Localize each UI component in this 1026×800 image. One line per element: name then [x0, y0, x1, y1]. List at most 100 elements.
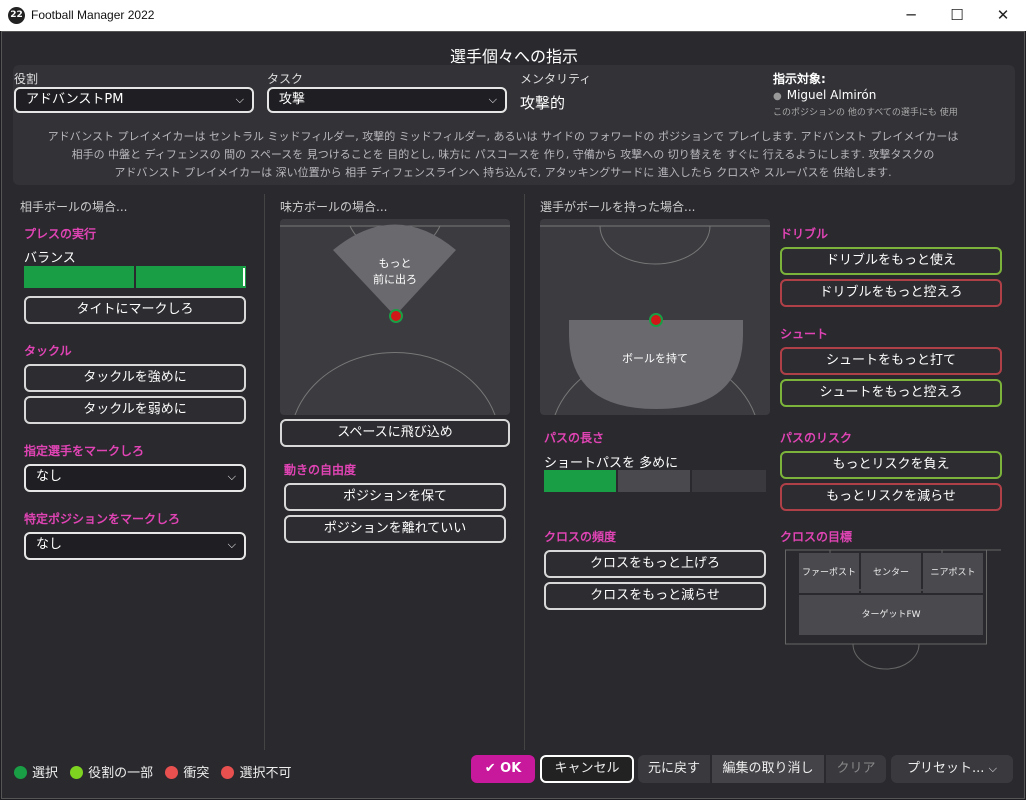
centre-target[interactable]: センター	[861, 553, 921, 593]
dialog-title: 選手個々への指示	[449, 47, 578, 66]
chevron-down-icon: ⌵	[988, 762, 997, 775]
dribble-less-button[interactable]: ドリブルをもっと控えろ	[780, 279, 1002, 307]
press-slider[interactable]	[24, 266, 246, 288]
shoot-label: シュート	[780, 327, 829, 341]
chevron-down-icon: ⌵	[235, 93, 244, 106]
target-player[interactable]: ● Miguel Almirón	[773, 88, 876, 102]
cancel-button[interactable]: キャンセル	[540, 755, 634, 783]
hold-ball-label: ボールを持て	[622, 352, 688, 365]
pass-segment[interactable]	[618, 470, 690, 492]
on-ball-header: 選手がボールを持った場合...	[540, 200, 696, 214]
freedom-label: 動きの自由度	[284, 463, 357, 477]
clear-button[interactable]: クリア	[826, 755, 886, 783]
opp-ball-header: 相手ボールの場合...	[20, 200, 128, 214]
pass-risk-label: パスのリスク	[780, 431, 853, 445]
press-handle[interactable]	[243, 268, 245, 286]
zone-label-line: もっと	[378, 257, 412, 270]
mark-position-value: なし	[36, 537, 63, 552]
check-icon: ✔	[484, 761, 496, 776]
cross-target-pitch: ファーポスト センター ニアポスト ターゲットFW	[785, 549, 1001, 671]
mark-player-value: なし	[36, 469, 63, 484]
dribble-more-button[interactable]: ドリブルをもっと使え	[780, 247, 1002, 275]
dialog: 選手個々への指示 役割 アドバンストPM ⌵ タスク 攻撃 ⌵ メンタリティ 攻…	[1, 31, 1025, 799]
role-part-dot-icon	[70, 766, 84, 779]
mark-position-label: 特定ポジションをマークしろ	[24, 512, 181, 526]
person-icon: ●	[773, 91, 782, 102]
cross-freq-label: クロスの頻度	[544, 530, 617, 544]
on-ball-pitch[interactable]: ボールを持て	[540, 219, 770, 415]
team-ball-pitch[interactable]: もっと 前に出ろ	[280, 219, 510, 415]
far-post-target[interactable]: ファーポスト	[799, 553, 859, 593]
description-line: アドバンスト プレイメイカーは セントラル ミッドフィルダー, 攻撃的 ミッドフ…	[47, 130, 959, 143]
tackle-harder-button[interactable]: タックルを強めに	[24, 364, 246, 392]
hold-position-button[interactable]: ポジションを保て	[284, 483, 506, 511]
description-line: 相手の 中盤と ディフェンスの 間の スペースを 見つけることを 目的とし, 味…	[71, 148, 935, 161]
role-label: 役割	[14, 72, 39, 86]
legend-conflict: 衝突	[183, 766, 210, 781]
player-position-icon	[649, 313, 663, 327]
presets-label: プリセット...	[907, 761, 985, 776]
mentality-value: 攻撃的	[520, 94, 566, 112]
mark-position-select[interactable]: なし ⌵	[24, 532, 246, 560]
mark-player-label: 指定選手をマークしろ	[24, 444, 145, 458]
ok-label: OK	[500, 761, 522, 776]
risk-less-button[interactable]: もっとリスクを減らせ	[780, 483, 1002, 511]
forward-zone-label: もっと 前に出ろ	[280, 256, 510, 288]
window-titlebar: 22 Football Manager 2022 ─ ☐ ✕	[0, 0, 1026, 31]
selected-dot-icon	[14, 766, 27, 779]
cross-more-button[interactable]: クロスをもっと上げろ	[544, 550, 766, 578]
role-value: アドバンストPM	[26, 92, 124, 107]
revert-button[interactable]: 元に戻す	[638, 755, 710, 783]
task-value: 攻撃	[279, 92, 306, 107]
target-player-name: Miguel Almirón	[786, 88, 877, 102]
near-post-target[interactable]: ニアポスト	[923, 553, 983, 593]
pitch-markings	[280, 224, 510, 415]
ok-button[interactable]: ✔ OK	[471, 755, 535, 783]
close-button[interactable]: ✕	[980, 0, 1026, 31]
pass-length-label: パスの長さ	[544, 431, 605, 445]
cross-less-button[interactable]: クロスをもっと減らせ	[544, 582, 766, 610]
press-level-label: バランス	[24, 251, 76, 266]
maximize-button[interactable]: ☐	[934, 0, 980, 31]
description-line: アドバンスト プレイメイカーは 深い位置から 相手 ディフェンスラインへ 持ち込…	[114, 166, 892, 179]
chevron-down-icon: ⌵	[227, 470, 236, 483]
legend-selected: 選択	[32, 766, 59, 781]
roam-button[interactable]: ポジションを離れていい	[284, 515, 506, 543]
target-fw-target[interactable]: ターゲットFW	[799, 595, 983, 635]
column-divider	[264, 194, 265, 750]
pass-segment[interactable]	[544, 470, 616, 492]
pass-length-slider[interactable]	[544, 470, 766, 492]
tight-mark-button[interactable]: タイトにマークしろ	[24, 296, 246, 324]
team-ball-header: 味方ボールの場合...	[280, 200, 388, 214]
press-label: プレスの実行	[24, 227, 97, 241]
unavailable-dot-icon	[221, 766, 235, 779]
window-title: Football Manager 2022	[31, 8, 155, 22]
column-divider	[524, 194, 525, 750]
undo-button[interactable]: 編集の取り消し	[712, 755, 824, 783]
mentality-label: メンタリティ	[520, 72, 592, 86]
chevron-down-icon: ⌵	[227, 538, 236, 551]
tackle-softer-button[interactable]: タックルを弱めに	[24, 396, 246, 424]
zone-label-line: 前に出ろ	[373, 273, 417, 286]
target-label: 指示対象:	[773, 72, 826, 86]
shoot-less-button[interactable]: シュートをもっと控えろ	[780, 379, 1002, 407]
tackle-label: タックル	[24, 344, 72, 358]
shoot-more-button[interactable]: シュートをもっと打て	[780, 347, 1002, 375]
role-select[interactable]: アドバンストPM ⌵	[14, 87, 254, 113]
pitch-markings	[540, 225, 770, 415]
minimize-button[interactable]: ─	[888, 0, 934, 31]
press-segment[interactable]	[136, 266, 246, 288]
task-label: タスク	[267, 72, 304, 86]
app-logo-icon: 22	[8, 7, 25, 24]
role-description: アドバンスト プレイメイカーは セントラル ミッドフィルダー, 攻撃的 ミッドフ…	[12, 128, 994, 182]
legend-role-part: 役割の一部	[88, 766, 154, 781]
target-note: このポジションの 他のすべての選手にも 使用	[773, 108, 958, 118]
presets-button[interactable]: プリセット... ⌵	[891, 755, 1013, 783]
mark-player-select[interactable]: なし ⌵	[24, 464, 246, 492]
press-segment[interactable]	[24, 266, 134, 288]
run-into-space-button[interactable]: スペースに飛び込め	[280, 419, 510, 447]
risk-more-button[interactable]: もっとリスクを負え	[780, 451, 1002, 479]
task-select[interactable]: 攻撃 ⌵	[267, 87, 507, 113]
pass-segment[interactable]	[692, 470, 766, 492]
pass-length-value: ショートパスを 多めに	[544, 456, 679, 471]
